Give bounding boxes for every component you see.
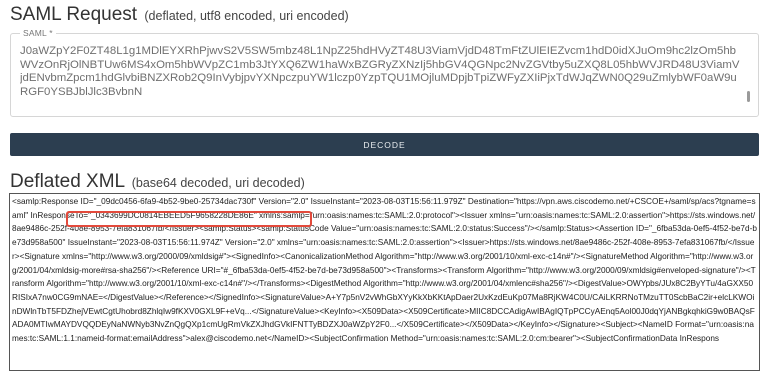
- saml-request-subtitle: (deflated, utf8 encoded, uri encoded): [144, 9, 349, 23]
- saml-request-textarea[interactable]: J0aWZpY2F0ZT48L1g1MDlEYXRhPjwvS2V5SW5mbz…: [20, 45, 742, 101]
- saml-request-title: SAML Request: [10, 4, 138, 25]
- deflated-xml-title: Deflated XML: [10, 171, 125, 192]
- deflated-xml-heading: Deflated XML (base64 decoded, uri decode…: [10, 171, 305, 193]
- textarea-scrollbar[interactable]: [747, 91, 750, 102]
- decode-button[interactable]: DECODE: [10, 133, 759, 156]
- saml-field-label: SAML *: [20, 28, 56, 38]
- deflated-xml-subtitle: (base64 decoded, uri decoded): [131, 176, 305, 190]
- saml-request-field[interactable]: SAML * J0aWZpY2F0ZT48L1g1MDlEYXRhPjwvS2V…: [10, 28, 759, 117]
- saml-request-heading: SAML Request (deflated, utf8 encoded, ur…: [10, 4, 349, 26]
- deflated-xml-output[interactable]: <samlp:Response ID="_09dc0456-6fa9-4b52-…: [9, 193, 760, 371]
- inresponseto-highlight: [66, 211, 312, 227]
